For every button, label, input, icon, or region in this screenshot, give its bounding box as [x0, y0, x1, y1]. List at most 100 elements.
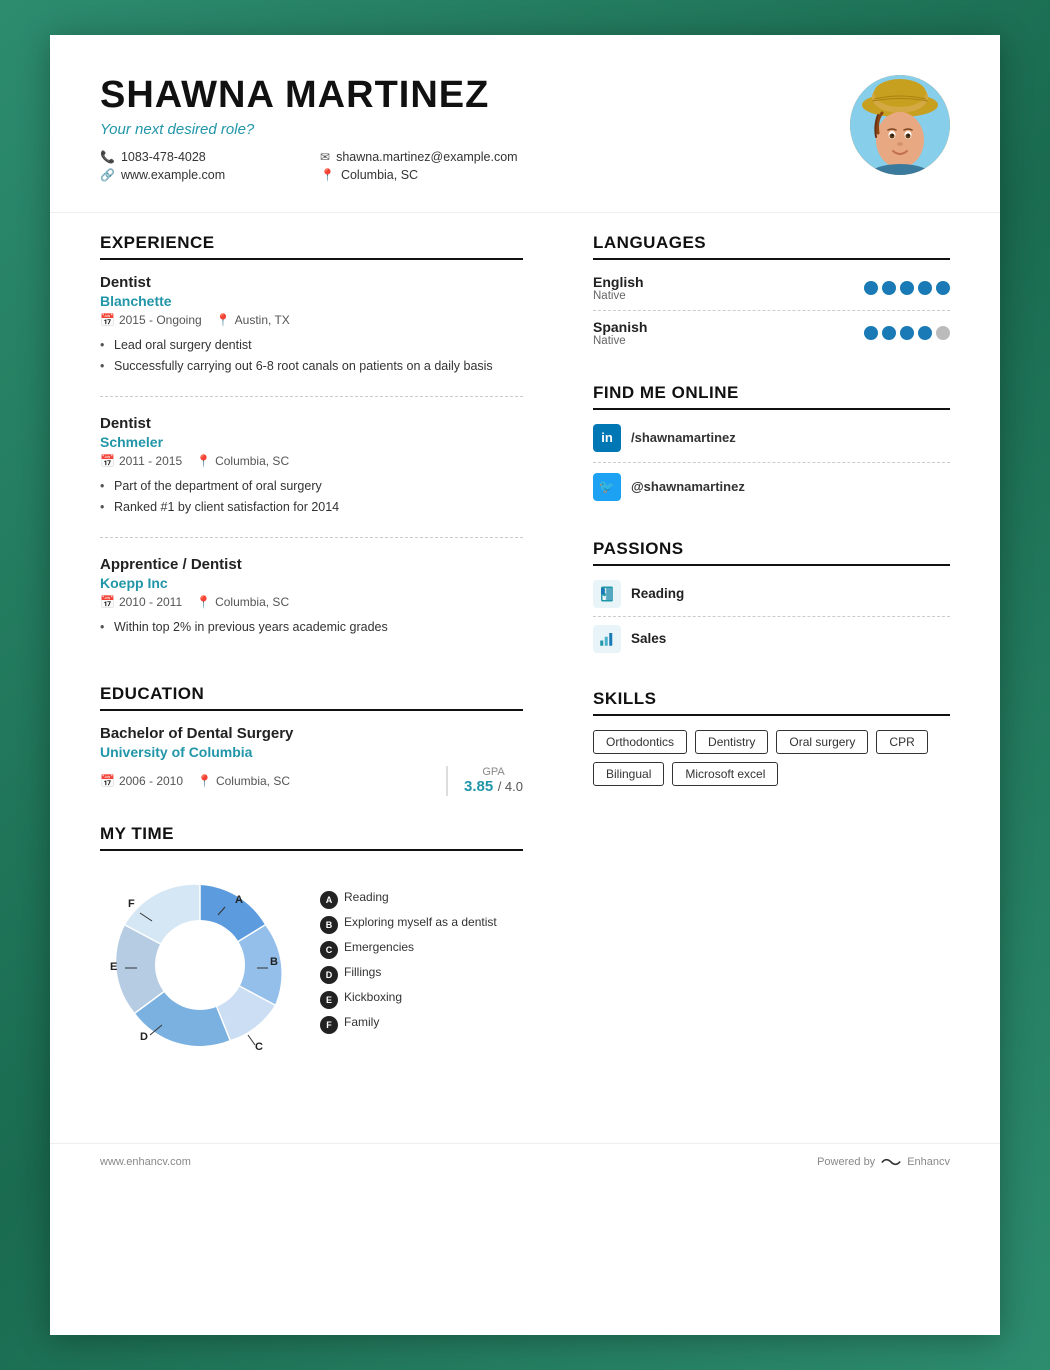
skill-microsoft-excel: Microsoft excel: [672, 762, 778, 786]
pin-icon-3: 📍: [196, 595, 211, 609]
job-3-title: Apprentice / Dentist: [100, 556, 523, 573]
job-3-bullet-1: Within top 2% in previous years academic…: [100, 617, 523, 639]
lang-spanish: Spanish Native: [593, 319, 950, 355]
job-3-period: 📅 2010 - 2011: [100, 595, 182, 609]
skills-section: SKILLS Orthodontics Dentistry Oral surge…: [593, 689, 950, 786]
enhancv-logo-icon: [881, 1156, 901, 1168]
gpa-block: GPA 3.85 / 4.0: [446, 766, 523, 796]
dot-1: [864, 281, 878, 295]
passion-sales-name: Sales: [631, 631, 666, 646]
job-2-company: Schmeler: [100, 434, 523, 450]
calendar-icon-2: 📅: [100, 454, 115, 468]
dot-s4: [918, 326, 932, 340]
experience-title: EXPERIENCE: [100, 233, 523, 260]
legend-label-B: Exploring myself as a dentist: [344, 915, 497, 929]
lang-english: English Native: [593, 274, 950, 311]
edu-school: University of Columbia: [100, 744, 523, 760]
brand-name: Enhancv: [907, 1156, 950, 1168]
legend-item-A: A Reading: [320, 890, 523, 909]
dot-s2: [882, 326, 896, 340]
sales-icon: [593, 625, 621, 653]
skill-cpr: CPR: [876, 730, 927, 754]
avatar-image: [850, 75, 950, 175]
linkedin-item: in /shawnamartinez: [593, 424, 950, 463]
lang-spanish-info: Spanish Native: [593, 319, 647, 347]
candidate-name: SHAWNA MARTINEZ: [100, 75, 820, 117]
legend-item-F: F Family: [320, 1015, 523, 1034]
main-content: EXPERIENCE Dentist Blanchette 📅 2015 - O…: [50, 213, 1000, 1144]
mytime-content: A B C D E F: [100, 865, 523, 1065]
online-title: FIND ME ONLINE: [593, 383, 950, 410]
website-contact: 🔗 www.example.com: [100, 168, 320, 182]
location-icon: 📍: [320, 168, 335, 182]
footer-brand: Powered by Enhancv: [817, 1156, 950, 1168]
dot-s3: [900, 326, 914, 340]
online-section: FIND ME ONLINE in /shawnamartinez 🐦 @sha…: [593, 383, 950, 511]
donut-svg: A B C D E F: [100, 865, 300, 1065]
job-1-location: 📍 Austin, TX: [216, 313, 290, 327]
dot-3: [900, 281, 914, 295]
svg-text:F: F: [128, 898, 135, 910]
job-3-meta: 📅 2010 - 2011 📍 Columbia, SC: [100, 595, 523, 609]
job-1-bullet-1: Lead oral surgery dentist: [100, 335, 523, 357]
legend-badge-B: B: [320, 916, 338, 934]
legend-badge-E: E: [320, 991, 338, 1009]
dot-4: [918, 281, 932, 295]
pin-icon-edu: 📍: [197, 774, 212, 788]
experience-section: EXPERIENCE Dentist Blanchette 📅 2015 - O…: [100, 233, 523, 657]
passion-reading: Reading: [593, 580, 950, 617]
job-3-bullets: Within top 2% in previous years academic…: [100, 617, 523, 639]
job-2-location: 📍 Columbia, SC: [196, 454, 289, 468]
location-value: Columbia, SC: [341, 168, 418, 182]
resume-container: SHAWNA MARTINEZ Your next desired role? …: [50, 35, 1000, 1335]
passions-title: PASSIONS: [593, 539, 950, 566]
edu-details: 📅 2006 - 2010 📍 Columbia, SC GPA 3.85: [100, 766, 523, 796]
calendar-icon-edu: 📅: [100, 774, 115, 788]
contact-info: 📞 1083-478-4028 🔗 www.example.com ✉ shaw…: [100, 150, 820, 182]
job-1: Dentist Blanchette 📅 2015 - Ongoing 📍 Au…: [100, 274, 523, 397]
skill-oral-surgery: Oral surgery: [776, 730, 868, 754]
education-title: EDUCATION: [100, 684, 523, 711]
job-3: Apprentice / Dentist Koepp Inc 📅 2010 - …: [100, 556, 523, 657]
dot-s5: [936, 326, 950, 340]
edu-degree: Bachelor of Dental Surgery: [100, 725, 523, 742]
legend-label-E: Kickboxing: [344, 990, 402, 1004]
job-1-title: Dentist: [100, 274, 523, 291]
lang-english-level: Native: [593, 290, 644, 302]
gpa-label: GPA: [464, 766, 523, 778]
calendar-icon: 📅: [100, 313, 115, 327]
passion-sales: Sales: [593, 625, 950, 661]
languages-section: LANGUAGES English Native: [593, 233, 950, 355]
twitter-icon: 🐦: [593, 473, 621, 501]
legend-item-B: B Exploring myself as a dentist: [320, 915, 523, 934]
skill-bilingual: Bilingual: [593, 762, 664, 786]
lang-english-info: English Native: [593, 274, 644, 302]
dot-s1: [864, 326, 878, 340]
header-section: SHAWNA MARTINEZ Your next desired role? …: [50, 35, 1000, 212]
twitter-handle: @shawnamartinez: [631, 479, 745, 494]
svg-text:E: E: [110, 961, 117, 973]
skill-dentistry: Dentistry: [695, 730, 768, 754]
mytime-legend: A Reading B Exploring myself as a dentis…: [320, 890, 523, 1040]
reading-icon: [593, 580, 621, 608]
skills-title: SKILLS: [593, 689, 950, 716]
footer-website: www.enhancv.com: [100, 1156, 191, 1168]
linkedin-handle: /shawnamartinez: [631, 430, 736, 445]
edu-period: 📅 2006 - 2010: [100, 774, 183, 788]
job-1-company: Blanchette: [100, 293, 523, 309]
legend-item-C: C Emergencies: [320, 940, 523, 959]
job-2-meta: 📅 2011 - 2015 📍 Columbia, SC: [100, 454, 523, 468]
mytime-title: MY TIME: [100, 824, 523, 851]
job-2-bullets: Part of the department of oral surgery R…: [100, 476, 523, 519]
lang-spanish-dots: [864, 326, 950, 340]
lang-spanish-name: Spanish: [593, 319, 647, 335]
job-1-bullet-2: Successfully carrying out 6-8 root canal…: [100, 356, 523, 378]
edu-location: 📍 Columbia, SC: [197, 774, 290, 788]
left-column: EXPERIENCE Dentist Blanchette 📅 2015 - O…: [50, 213, 563, 1114]
svg-text:A: A: [235, 894, 243, 906]
gpa-max: / 4.0: [498, 779, 523, 794]
job-2-period: 📅 2011 - 2015: [100, 454, 182, 468]
legend-badge-A: A: [320, 891, 338, 909]
svg-text:C: C: [255, 1041, 263, 1053]
education-section: EDUCATION Bachelor of Dental Surgery Uni…: [100, 684, 523, 796]
